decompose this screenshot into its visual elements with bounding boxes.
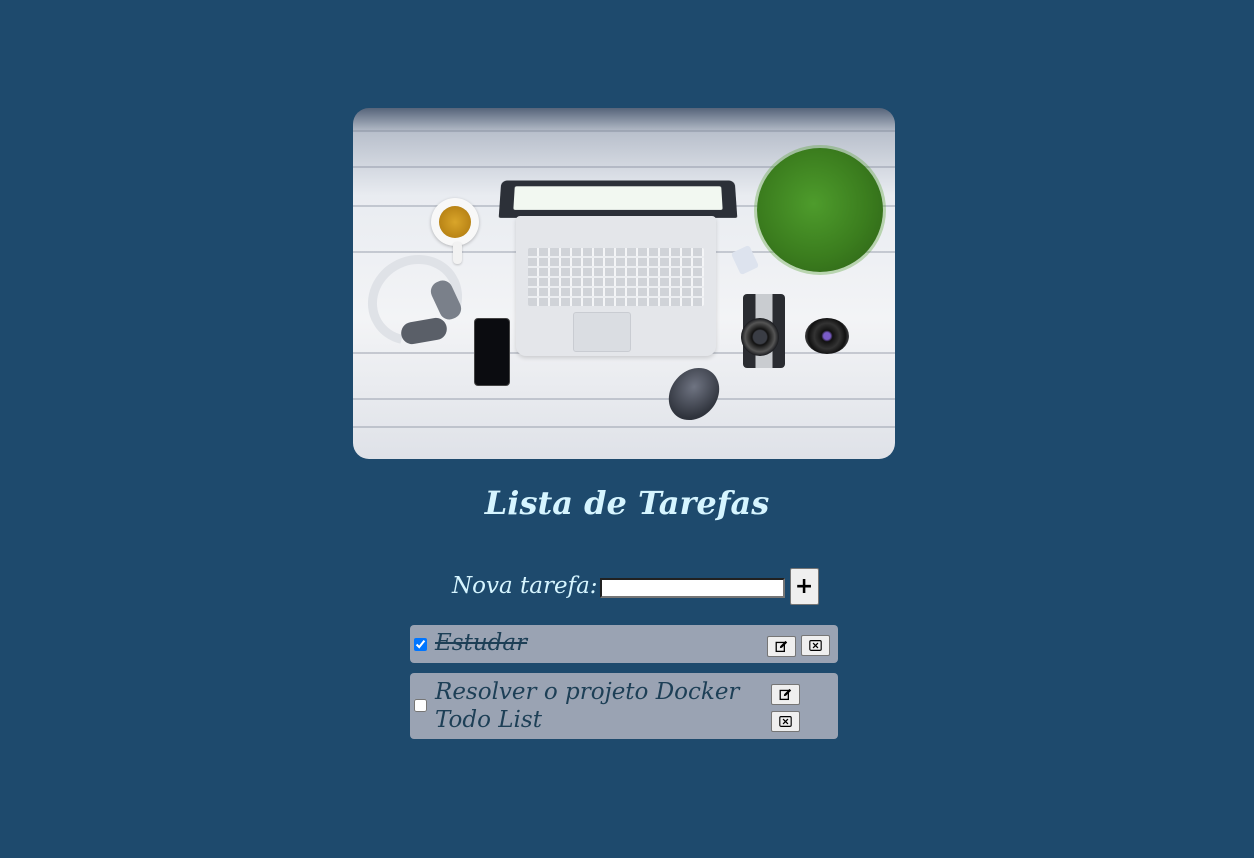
edit-icon <box>775 640 788 653</box>
coffee-cup-graphic <box>431 198 479 246</box>
phone-graphic <box>474 318 510 386</box>
new-task-label: Nova tarefa: <box>452 573 598 599</box>
task-text: Estudar <box>435 630 528 656</box>
task-item: Resolver o projeto Docker Todo List <box>410 673 838 739</box>
delete-icon <box>779 716 792 727</box>
hero-image <box>353 108 895 459</box>
edit-task-button[interactable] <box>771 684 800 705</box>
todo-page: Lista de Tarefas Nova tarefa: + Estudar … <box>0 0 1254 858</box>
edit-icon <box>779 688 792 701</box>
new-task-input[interactable] <box>599 578 785 598</box>
delete-icon <box>809 640 822 651</box>
task-text: Resolver o projeto Docker Todo List <box>435 679 740 733</box>
edit-task-button[interactable] <box>767 636 796 657</box>
delete-task-button[interactable] <box>801 635 830 656</box>
page-title: Lista de Tarefas <box>484 484 770 522</box>
new-task-form: Nova tarefa: + <box>452 566 819 606</box>
add-task-button[interactable]: + <box>789 567 819 605</box>
task-checkbox[interactable] <box>414 638 427 651</box>
plant-graphic <box>757 148 883 272</box>
laptop-screen-graphic <box>498 180 738 218</box>
mouse-graphic <box>658 357 730 431</box>
laptop-graphic <box>516 216 716 356</box>
task-item: Estudar <box>410 625 838 663</box>
task-checkbox[interactable] <box>414 699 427 712</box>
delete-task-button[interactable] <box>771 711 800 732</box>
lens-graphic <box>805 318 849 354</box>
